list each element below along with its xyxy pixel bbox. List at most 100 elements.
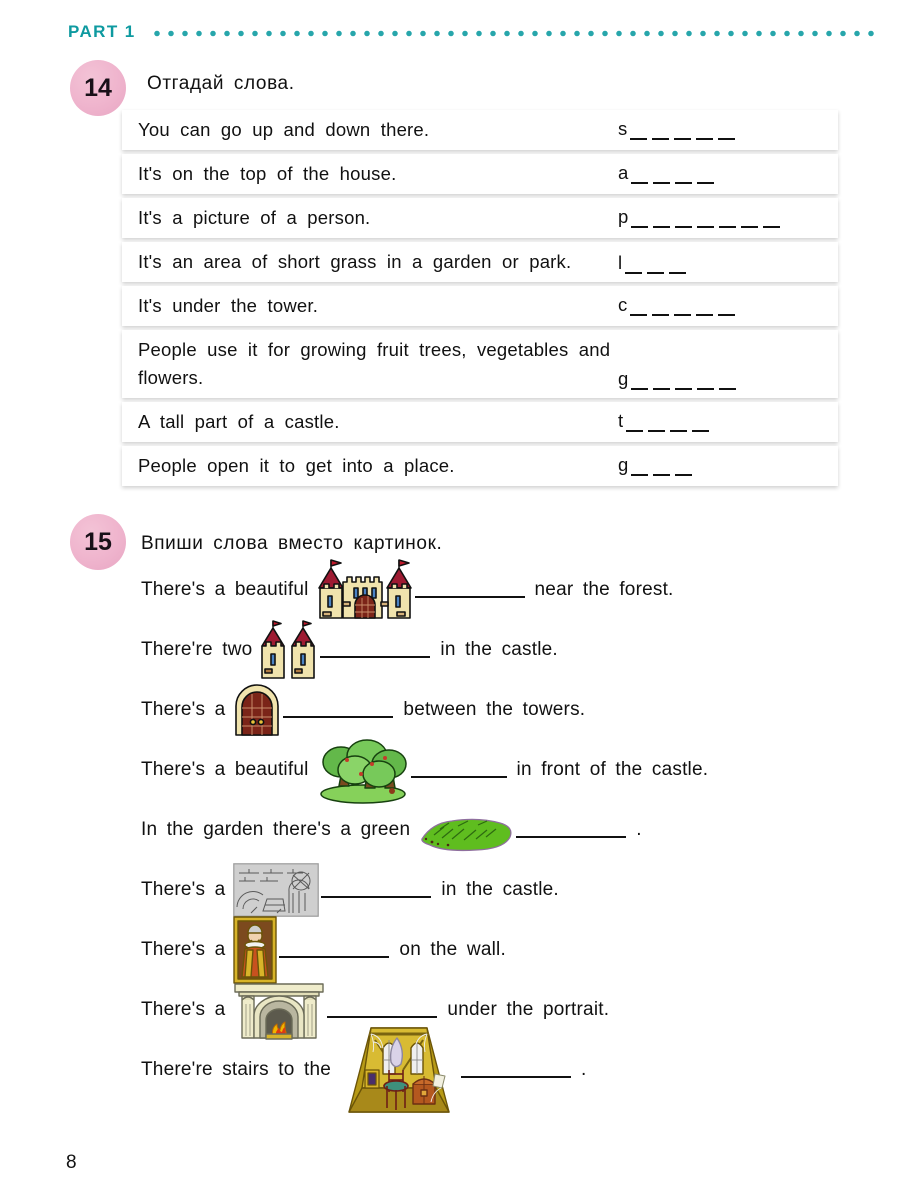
exercise-title-15: Впиши слова вместо картинок.	[141, 533, 443, 554]
answer-blank[interactable]	[631, 170, 649, 184]
riddle-answer[interactable]: c	[618, 294, 740, 318]
two-towers-icon	[260, 620, 318, 680]
exercise-title-14: Отгадай слова.	[147, 73, 295, 94]
answer-blank[interactable]	[631, 376, 649, 390]
answer-blank[interactable]	[625, 260, 643, 274]
answer-blank[interactable]	[718, 302, 736, 316]
answer-blank[interactable]	[631, 462, 649, 476]
riddle-answer[interactable]: t	[618, 410, 714, 434]
riddle-clue: It's on the top of the house.	[138, 163, 397, 184]
answer-blank[interactable]	[630, 126, 648, 140]
list-item: There's a in the castle.	[141, 860, 881, 920]
lawn-icon	[418, 809, 514, 852]
answer-first-letter: t	[618, 410, 624, 431]
castle-icon	[317, 558, 413, 622]
table-row: A tall part of a castle. t	[122, 402, 838, 442]
riddle-answer[interactable]: l	[618, 252, 691, 282]
table-row: It's under the tower. c	[122, 286, 838, 326]
answer-first-letter: s	[618, 118, 628, 139]
riddle-clue: People use it for growing fruit trees, v…	[138, 339, 611, 388]
answer-blank[interactable]	[283, 702, 394, 718]
answer-blank[interactable]	[653, 214, 671, 228]
answer-blank[interactable]	[653, 170, 671, 184]
answer-blank[interactable]	[461, 1062, 572, 1078]
table-row: People use it for growing fruit trees, v…	[122, 330, 838, 398]
exercise-number-badge-14: 14	[70, 60, 126, 116]
answer-blank[interactable]	[630, 302, 648, 316]
sentence-text-before: There's a	[141, 999, 226, 1020]
answer-blank[interactable]	[718, 126, 736, 140]
table-row: You can go up and down there. s	[122, 110, 838, 150]
page-header: PART 1	[68, 18, 878, 46]
list-item: There're two in the castle.	[141, 620, 881, 680]
list-item: There's a beautiful in front of the cast…	[141, 739, 881, 804]
answer-blank[interactable]	[653, 462, 671, 476]
list-item: There're stairs to the .	[141, 1027, 881, 1113]
answer-blank[interactable]	[675, 214, 693, 228]
answer-blank[interactable]	[414, 582, 525, 598]
riddle-answer[interactable]: p	[618, 206, 785, 230]
answer-blank[interactable]	[321, 882, 432, 898]
table-row: It's on the top of the house. a	[122, 154, 838, 194]
answer-blank[interactable]	[675, 170, 693, 184]
answer-blank[interactable]	[516, 822, 627, 838]
answer-blank[interactable]	[279, 942, 390, 958]
answer-blank[interactable]	[719, 214, 737, 228]
answer-blank[interactable]	[696, 126, 714, 140]
sentence-text-before: There's a	[141, 879, 226, 900]
answer-blank[interactable]	[675, 376, 693, 390]
sentence-text-after: between the towers.	[403, 699, 586, 720]
page-number: 8	[66, 1152, 77, 1173]
list-item: There's a under the portrait.	[141, 980, 881, 1040]
answer-blank[interactable]	[410, 762, 507, 778]
sentence-text-after: in front of the castle.	[516, 759, 709, 780]
answer-blank[interactable]	[697, 376, 715, 390]
answer-blank[interactable]	[669, 260, 687, 274]
answer-blank[interactable]	[697, 170, 715, 184]
riddle-clue: It's an area of short grass in a garden …	[138, 251, 572, 272]
sentence-text-after: under the portrait.	[447, 999, 610, 1020]
answer-blank[interactable]	[763, 214, 781, 228]
list-item: There's a between the towers.	[141, 680, 881, 740]
sentence-text-before: There're stairs to the	[141, 1059, 332, 1080]
riddle-answer[interactable]: a	[618, 162, 719, 186]
sentence-list: There's a beautiful near the forest. The…	[141, 558, 881, 1113]
answer-blank[interactable]	[675, 462, 693, 476]
gate-icon	[233, 684, 281, 736]
riddle-answer[interactable]: g	[618, 368, 741, 398]
answer-blank[interactable]	[674, 302, 692, 316]
table-row: It's an area of short grass in a garden …	[122, 242, 838, 282]
fireplace-icon	[233, 980, 325, 1040]
answer-first-letter: g	[618, 454, 629, 475]
answer-blank[interactable]	[647, 260, 665, 274]
riddle-clue: A tall part of a castle.	[138, 411, 340, 432]
answer-blank[interactable]	[719, 376, 737, 390]
answer-blank[interactable]	[626, 418, 644, 432]
answer-blank[interactable]	[692, 418, 710, 432]
table-row: People open it to get into a place. g	[122, 446, 838, 486]
sentence-text-before: There's a	[141, 939, 226, 960]
riddle-answer[interactable]: s	[618, 118, 740, 142]
answer-blank[interactable]	[696, 302, 714, 316]
sentence-text-after: on the wall.	[399, 939, 506, 960]
answer-blank[interactable]	[674, 126, 692, 140]
answer-blank[interactable]	[327, 1002, 438, 1018]
answer-blank[interactable]	[697, 214, 715, 228]
answer-first-letter: l	[618, 252, 623, 273]
answer-blank[interactable]	[741, 214, 759, 228]
answer-blank[interactable]	[653, 376, 671, 390]
riddle-answer[interactable]: g	[618, 454, 697, 478]
exercise-number-badge-15: 15	[70, 514, 126, 570]
answer-blank[interactable]	[652, 302, 670, 316]
sentence-text-before: There's a	[141, 699, 226, 720]
cellar-icon	[233, 863, 320, 917]
answer-blank[interactable]	[631, 214, 649, 228]
answer-blank[interactable]	[648, 418, 666, 432]
portrait-icon	[233, 916, 278, 984]
answer-blank[interactable]	[652, 126, 670, 140]
answer-blank[interactable]	[670, 418, 688, 432]
answer-first-letter: p	[618, 206, 629, 227]
answer-blank[interactable]	[320, 642, 431, 658]
table-row: It's a picture of a person. p	[122, 198, 838, 238]
riddle-table: You can go up and down there. s It's on th…	[122, 110, 838, 490]
